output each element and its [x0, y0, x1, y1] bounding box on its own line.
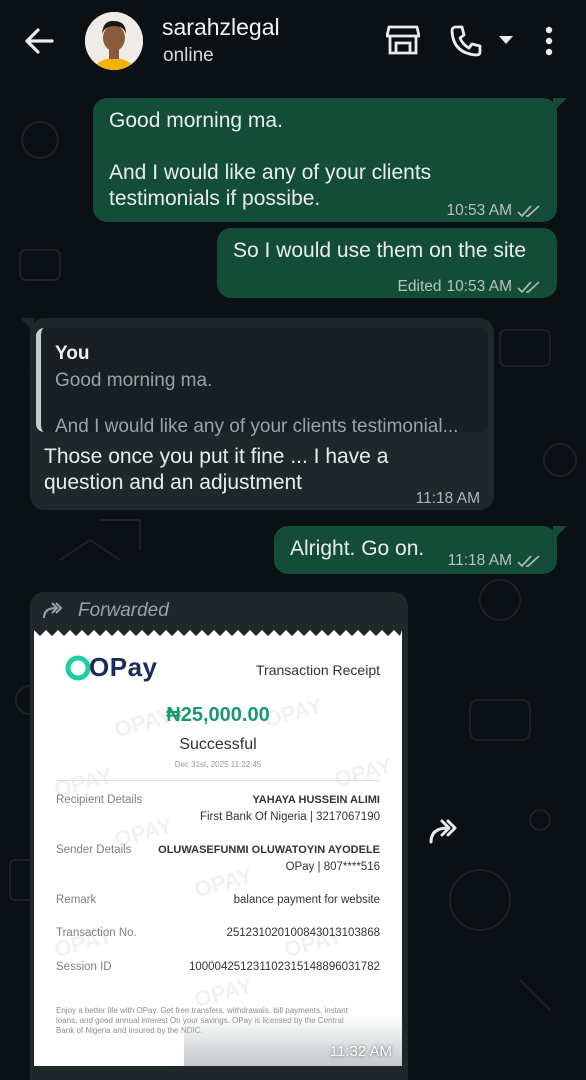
receipt-divider: [56, 780, 380, 781]
double-check-icon: [517, 205, 540, 218]
message-incoming[interactable]: You Good morning ma. And I would like an…: [20, 318, 494, 512]
bubble-tail: [553, 526, 567, 540]
transaction-no-value: 251231020100843013103868: [226, 927, 381, 939]
transaction-no-label: Transaction No.: [56, 927, 137, 939]
sender-bank: OPay | 807****516: [285, 861, 380, 873]
message-text: Good morning ma. And I would like any of…: [109, 109, 432, 210]
message-time: 11:18 AM: [415, 490, 480, 507]
message-text: Alright. Go on.: [290, 537, 425, 560]
chat-header: sarahzlegal online: [0, 0, 586, 82]
message-time: 10:53 AM: [446, 278, 513, 295]
forwarded-label: Forwarded: [78, 600, 169, 621]
opay-brand-text: OPay: [89, 652, 158, 682]
message-outgoing[interactable]: Good morning ma. And I would like any of…: [93, 98, 567, 224]
opay-logo: OPay: [64, 652, 158, 683]
quoted-message[interactable]: You Good morning ma. And I would like an…: [36, 328, 488, 437]
more-vert-icon[interactable]: [543, 26, 555, 56]
quote-author: You: [55, 343, 90, 364]
remark-label: Remark: [56, 894, 97, 906]
message-outgoing[interactable]: Alright. Go on. 11:18 AM: [274, 526, 567, 574]
receipt-image[interactable]: OPAY OPAY OPAY OPAY OPAY OPAY OPAY OPAY …: [34, 630, 402, 1066]
bubble-tail: [553, 98, 567, 112]
receipt-title: Transaction Receipt: [256, 662, 380, 678]
forward-icon: [43, 602, 63, 619]
quote-line: Good morning ma.: [55, 370, 213, 391]
session-id-label: Session ID: [56, 961, 112, 973]
phone-icon[interactable]: [449, 24, 483, 58]
double-check-icon: [517, 555, 540, 568]
forwarded-indicator: Forwarded: [42, 598, 169, 624]
receipt-status: Successful: [179, 736, 257, 753]
receipt-zigzag-edge: [34, 630, 402, 636]
recipient-label: Recipient Details: [56, 794, 143, 806]
opay-logo-mark: [65, 655, 91, 680]
contact-status: online: [163, 45, 214, 66]
message-meta: 10:53 AM: [447, 198, 544, 224]
receipt-datetime: Dec 31st, 2025 11:22:45: [174, 760, 262, 769]
forward-share-icon[interactable]: [428, 818, 468, 846]
message-outgoing[interactable]: So I would use them on the site Edited 1…: [217, 228, 557, 298]
message-text: So I would use them on the site: [233, 239, 527, 262]
sender-label: Sender Details: [56, 844, 132, 856]
contact-name[interactable]: sarahzlegal: [162, 14, 280, 41]
edited-label: Edited: [397, 278, 442, 295]
quote-line: And I would like any of your clients tes…: [55, 416, 459, 437]
message-meta: Edited 10:53 AM: [398, 274, 543, 300]
recipient-bank: First Bank Of Nigeria | 3217067190: [199, 811, 380, 823]
double-check-icon: [517, 281, 540, 294]
shop-icon[interactable]: [386, 24, 420, 56]
back-arrow-icon[interactable]: [22, 24, 56, 58]
sender-name: OLUWASEFUNMI OLUWATOYIN AYODELE: [158, 844, 380, 856]
image-time: 11:32 AM: [329, 1043, 392, 1060]
receipt-amount: ₦25,000.00: [166, 704, 270, 726]
bubble-tail: [20, 318, 34, 332]
message-meta: 11:18 AM: [416, 486, 480, 512]
avatar[interactable]: [85, 12, 143, 70]
message-meta: 11:18 AM: [448, 548, 543, 574]
session-id-value: 100004251231102315148896031782: [188, 961, 380, 973]
remark-value: balance payment for website: [233, 894, 380, 906]
message-time: 11:18 AM: [447, 552, 512, 569]
watermark: OPAY: [331, 752, 395, 793]
message-time: 10:53 AM: [446, 202, 513, 219]
recipient-name: YAHAYA HUSSEIN ALIMI: [252, 794, 380, 806]
chevron-down-icon[interactable]: [498, 35, 514, 45]
